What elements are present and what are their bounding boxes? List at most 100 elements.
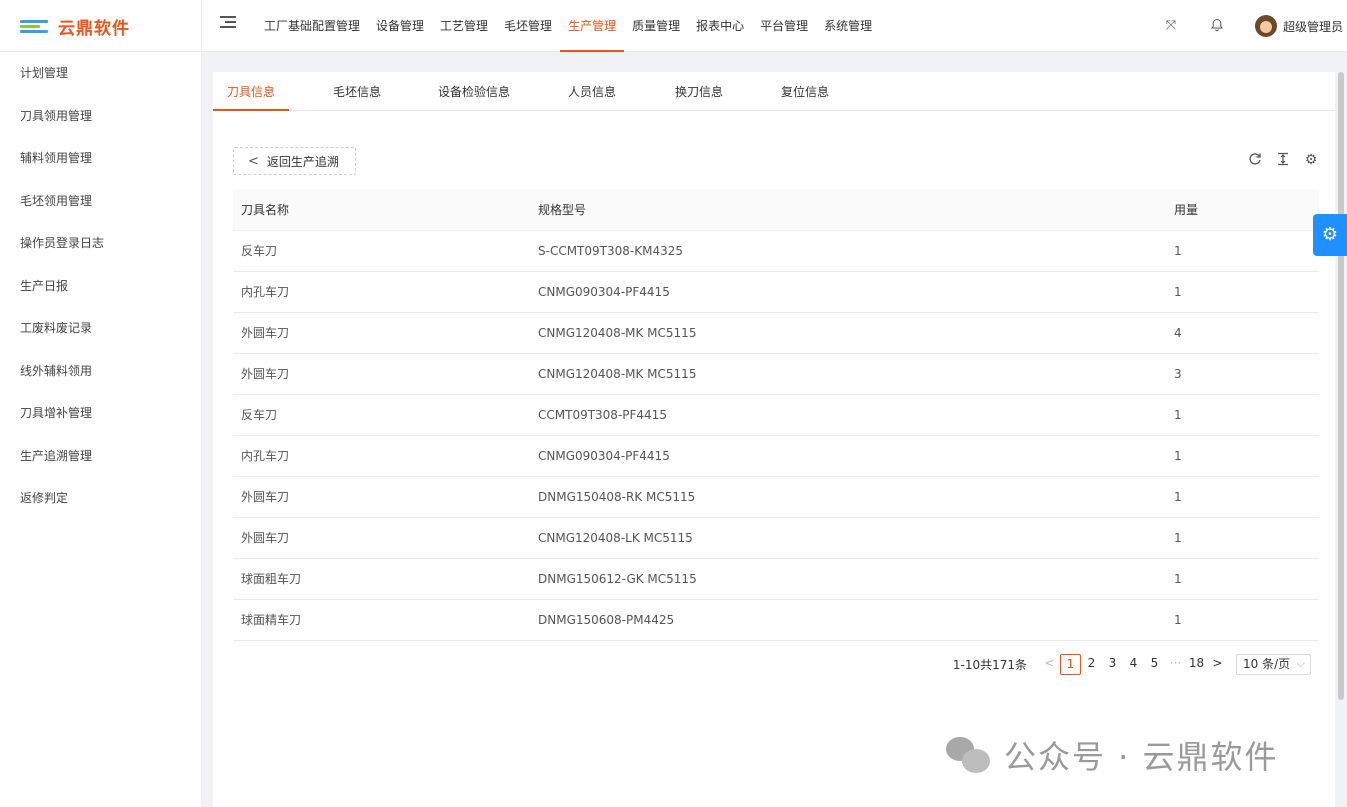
sidebar-item[interactable]: 计划管理: [0, 52, 201, 95]
logo-icon: [20, 17, 48, 35]
cell-tool-name: 反车刀: [233, 230, 530, 272]
wechat-icon: [946, 735, 992, 775]
col-header-tool-name[interactable]: 刀具名称: [233, 189, 530, 231]
tab[interactable]: 设备检验信息: [438, 72, 510, 111]
refresh-icon[interactable]: [1247, 152, 1263, 168]
setting-icon[interactable]: ⚙: [1303, 152, 1319, 168]
tab[interactable]: 毛坯信息: [333, 72, 381, 111]
cell-quantity: 1: [1166, 230, 1319, 272]
cell-spec: CNMG090304-PF4415: [530, 271, 1166, 313]
sidebar-item[interactable]: 刀具领用管理: [0, 95, 201, 138]
app-logo[interactable]: 云鼎软件: [0, 0, 202, 52]
more-pages-icon[interactable]: ···: [1165, 654, 1186, 675]
table-row[interactable]: 内孔车刀 CNMG090304-PF4415 1: [233, 435, 1319, 477]
cell-tool-name: 外圆车刀: [233, 517, 530, 559]
tab[interactable]: 复位信息: [781, 72, 829, 111]
table-row[interactable]: 外圆车刀 CNMG120408-LK MC5115 1: [233, 517, 1319, 559]
table-tools: ⚙: [1247, 152, 1319, 168]
content-card: 刀具信息 毛坯信息 设备检验信息 人员信息 换刀信息 复位信息 < 返回生产追溯 ⚙ 刀具…: [213, 72, 1335, 807]
cell-quantity: 1: [1166, 271, 1319, 313]
cell-tool-name: 球面精车刀: [233, 599, 530, 641]
table-row[interactable]: 外圆车刀 CNMG120408-MK MC5115 3: [233, 353, 1319, 395]
topnav-item[interactable]: 工厂基础配置管理: [256, 0, 368, 52]
cell-tool-name: 外圆车刀: [233, 476, 530, 518]
top-header: 云鼎软件 工厂基础配置管理 设备管理 工艺管理 毛坯管理 生产管理 质量管理 报表中心 平台管…: [0, 0, 1347, 52]
app-name: 云鼎软件: [58, 18, 130, 39]
watermark-text: 公众号 · 云鼎软件: [1004, 738, 1279, 776]
cell-spec: CNMG120408-MK MC5115: [530, 312, 1166, 354]
col-header-quantity[interactable]: 用量: [1166, 189, 1319, 231]
cell-tool-name: 球面粗车刀: [233, 558, 530, 600]
table-row[interactable]: 外圆车刀 DNMG150408-RK MC5115 1: [233, 476, 1319, 518]
topnav-item[interactable]: 设备管理: [368, 0, 432, 52]
sidebar-item[interactable]: 生产追溯管理: [0, 435, 201, 478]
table-row[interactable]: 球面精车刀 DNMG150608-PM4425 1: [233, 599, 1319, 641]
cell-spec: DNMG150612-GK MC5115: [530, 558, 1166, 600]
username[interactable]: 超级管理员: [1283, 18, 1343, 35]
tab[interactable]: 人员信息: [568, 72, 616, 111]
cell-quantity: 1: [1166, 599, 1319, 641]
topnav-item[interactable]: 生产管理: [560, 0, 625, 52]
sidebar-item[interactable]: 刀具增补管理: [0, 392, 201, 435]
table-row[interactable]: 内孔车刀 CNMG090304-PF4415 1: [233, 271, 1319, 313]
column-height-icon[interactable]: [1275, 152, 1291, 168]
topnav-item[interactable]: 平台管理: [752, 0, 816, 52]
bell-icon[interactable]: [1209, 18, 1225, 34]
page-number[interactable]: 18: [1186, 654, 1207, 675]
pagination: 1-10共171条 < 1 2 3 4 5 ··· 18 > 10 条/页: [953, 654, 1311, 675]
tab[interactable]: 刀具信息: [213, 72, 290, 111]
topnav-item[interactable]: 工艺管理: [432, 0, 496, 52]
topnav-item[interactable]: 系统管理: [816, 0, 880, 52]
page-number[interactable]: 1: [1060, 654, 1081, 675]
sidebar-item[interactable]: 返修判定: [0, 477, 201, 520]
cell-tool-name: 外圆车刀: [233, 312, 530, 354]
cell-quantity: 1: [1166, 476, 1319, 518]
topnav-item[interactable]: 报表中心: [688, 0, 752, 52]
pagination-total: 1-10共171条: [952, 658, 1027, 672]
fullscreen-icon[interactable]: ⤧: [1163, 18, 1179, 34]
sidebar-item[interactable]: 生产日报: [0, 265, 201, 308]
page-number[interactable]: 4: [1123, 654, 1144, 675]
cell-spec: CCMT09T308-PF4415: [530, 394, 1166, 436]
cell-spec: CNMG120408-LK MC5115: [530, 517, 1166, 559]
cell-spec: CNMG120408-MK MC5115: [530, 353, 1166, 395]
tab[interactable]: 换刀信息: [675, 72, 723, 111]
next-page-button[interactable]: >: [1207, 654, 1228, 675]
page-number[interactable]: 3: [1102, 654, 1123, 675]
table-row[interactable]: 球面粗车刀 DNMG150612-GK MC5115 1: [233, 558, 1319, 600]
page-number[interactable]: 5: [1144, 654, 1165, 675]
sidebar-item[interactable]: 毛坯领用管理: [0, 180, 201, 223]
sidebar-item[interactable]: 辅料领用管理: [0, 137, 201, 180]
topnav-item[interactable]: 毛坯管理: [496, 0, 560, 52]
prev-page-button[interactable]: <: [1039, 654, 1060, 675]
scrollbar[interactable]: [1338, 72, 1344, 700]
page-number[interactable]: 2: [1081, 654, 1102, 675]
back-button-label: 返回生产追溯: [266, 154, 339, 169]
table-row[interactable]: 反车刀 S-CCMT09T308-KM4325 1: [233, 230, 1319, 272]
cell-spec: DNMG150608-PM4425: [530, 599, 1166, 641]
sidebar: 计划管理 刀具领用管理 辅料领用管理 毛坯领用管理 操作员登录日志 生产日报 工废料废记录线…: [0, 52, 202, 807]
cell-quantity: 1: [1166, 517, 1319, 559]
table-row[interactable]: 外圆车刀 CNMG120408-MK MC5115 4: [233, 312, 1319, 354]
col-header-spec[interactable]: 规格型号: [530, 189, 1166, 231]
header-actions: ⤧ 超级管理员: [1163, 0, 1347, 52]
watermark: 公众号 · 云鼎软件: [946, 732, 1279, 778]
cell-spec: S-CCMT09T308-KM4325: [530, 230, 1166, 272]
back-to-trace-button[interactable]: < 返回生产追溯: [233, 147, 356, 175]
tab-bar: 刀具信息 毛坯信息 设备检验信息 人员信息 换刀信息 复位信息: [213, 72, 1335, 111]
page-size-select[interactable]: 10 条/页: [1236, 654, 1311, 675]
sidebar-item[interactable]: 工废料废记录: [0, 307, 201, 350]
settings-gear-icon[interactable]: ⚙: [1313, 214, 1347, 256]
topnav-item[interactable]: 质量管理: [624, 0, 688, 52]
cell-quantity: 1: [1166, 558, 1319, 600]
sidebar-item[interactable]: 操作员登录日志: [0, 222, 201, 265]
cell-tool-name: 反车刀: [233, 394, 530, 436]
sidebar-item[interactable]: 线外辅料领用: [0, 350, 201, 393]
menu-fold-icon[interactable]: [220, 16, 236, 30]
cell-spec: DNMG150408-RK MC5115: [530, 476, 1166, 518]
top-navigation: 工厂基础配置管理 设备管理 工艺管理 毛坯管理 生产管理 质量管理 报表中心 平台管理 系统管理: [256, 0, 880, 52]
avatar[interactable]: [1254, 15, 1277, 37]
table-row[interactable]: 反车刀 CCMT09T308-PF4415 1: [233, 394, 1319, 436]
cell-quantity: 3: [1166, 353, 1319, 395]
tool-info-table: 刀具名称 规格型号 用量 反车刀 S-CCMT09T308-KM4325 1 内孔车刀…: [233, 189, 1319, 641]
